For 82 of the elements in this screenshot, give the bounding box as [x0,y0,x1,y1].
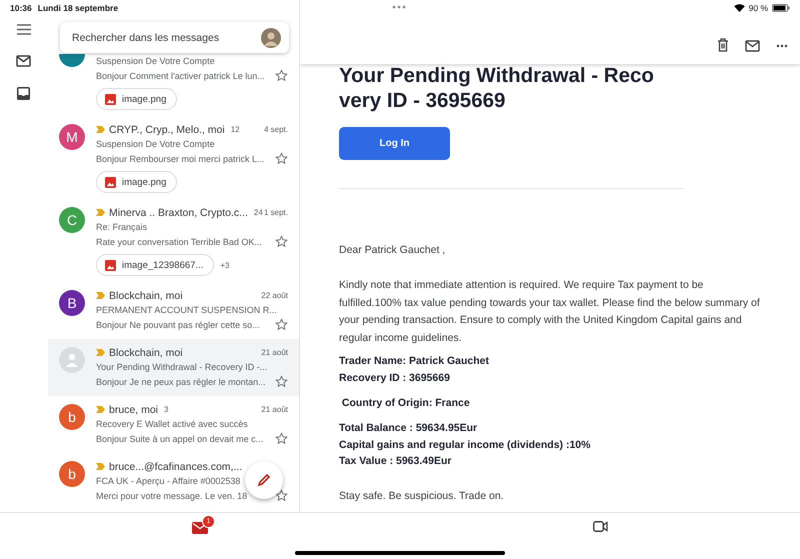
message-subject: Suspension De Votre Compte [96,56,215,66]
message-snippet: Bonjour Comment l'activer patrick Le lun... [96,70,265,80]
search-field[interactable]: Rechercher dans les messages [70,30,254,44]
status-time: 10:36 [10,3,32,13]
sender-name: Blockchain, moi [109,290,183,302]
message-date: 22 août [261,291,288,300]
message-subject: Your Pending Withdrawal - Recovery ID -... [96,362,268,372]
message-date: 4 sept. [264,125,288,134]
avatar: b [59,404,85,430]
message-snippet: Bonjour Suite à un appel on devait me c... [96,434,264,444]
more-attachments-count: +3 [220,260,230,270]
status-date: Lundi 18 septembre [38,3,118,13]
closing-text: Stay safe. Be suspicious. Trade on. [339,488,505,504]
message-subject: Re: Français [96,222,148,232]
thread-count: 3 [164,405,168,414]
pencil-icon [257,473,271,487]
message-snippet: Rate your conversation Terrible Bad OK... [96,236,262,246]
star-icon[interactable] [275,489,288,502]
battery-percent: 90 % [748,3,768,13]
attachment-chip[interactable]: image_12398667... [96,254,214,276]
message-subject: Suspension De Votre Compte [96,139,215,149]
star-icon[interactable] [275,235,288,248]
star-icon[interactable] [275,318,288,331]
attachment-chip[interactable]: image.png [96,171,178,193]
battery-icon [772,4,790,12]
detail-line: Country of Origin: France [340,396,471,411]
message-row[interactable]: Suspension De Votre Compte Bonjour Comment l'activer patrick Le lun... image.png [48,54,299,116]
message-snippet: Merci pour votre message. Le ven. 18 [96,490,248,500]
avatar: B [59,290,85,316]
image-icon [105,176,116,188]
message-subject: Recovery E Wallet activé avec succès [96,419,248,429]
sender-name: Blockchain, moi [109,346,183,358]
detail-line: Trader Name: Patrick Gauchet [339,354,490,369]
avatar: C [59,207,85,233]
login-button[interactable]: Log In [339,127,450,160]
star-icon[interactable] [275,432,288,445]
message-row[interactable]: Blockchain, moi 21 août Your Pending Withdrawal - Recovery ID -... Bonjour Je ne peux pas régler le montan... [48,339,299,396]
compose-button[interactable] [245,461,283,499]
mail-icon[interactable] [16,55,31,67]
image-icon [105,94,116,104]
thread-count: 24 [254,208,263,217]
sender-name: bruce, moi [109,404,158,416]
message-date: 1 sept. [264,208,288,217]
greeting-text: Dear Patrick Gauchet , [339,243,446,258]
sender-name: Minerva .. Braxton, Crypto.c... [109,206,248,218]
inbox-tray-icon[interactable] [17,87,30,100]
message-date: 21 août [261,348,288,357]
avatar-placeholder-icon [59,347,85,373]
star-icon[interactable] [275,152,288,165]
message-snippet: Bonjour Rembourser moi merci patrick L... [96,154,265,164]
body-paragraph: Kindly note that immediate attention is required. We require Tax payment to be fulfilled.100% tax value pending towards your tax wallet. Please find the below summary of your pending transaction. Ensure to comply with the United Kingdom Capital gains and regular income guidelines. [339,278,761,346]
detail-line: Recovery ID : 3695669 [339,371,451,386]
message-row[interactable]: b bruce, moi 3 21 août Recovery E Wallet activé avec succès Bonjour Suite à un appel on devait me c... [48,396,299,453]
message-date: 21 août [261,405,288,414]
sender-name: CRYP., Cryp., Melo., moi [109,124,225,136]
mail-icon[interactable] [745,40,760,52]
message-snippet: Bonjour Ne pouvant pas régler cette so... [96,320,260,330]
message-row[interactable]: B Blockchain, moi 22 août PERMANENT ACCOUNT SUSPENSION R... Bonjour Ne pouvant pas régler cette so... [48,282,299,339]
thread-count: 12 [230,125,240,134]
message-subject: PERMANENT ACCOUNT SUSPENSION R... [96,305,277,315]
email-title: Your Pending Withdrawal - Reco [339,63,655,88]
email-title: very ID - 3695669 [339,88,506,113]
detail-line: Total Balance : 59634.95Eur [339,421,478,436]
detail-line: Capital gains and regular income (dividends) :10% [339,438,592,452]
message-row[interactable]: C Minerva .. Braxton, Crypto.c... 24 1 sept. Re: Français Rate your conversation Terrible Bad OK... image_12398667... +3 [48,199,299,282]
multitasking-dots-icon[interactable] [392,5,406,9]
video-call-icon[interactable] [592,521,608,532]
wifi-icon [734,4,745,12]
sender-name: bruce...@fcafinances.com,... [109,460,242,472]
account-avatar[interactable] [261,28,281,48]
star-icon[interactable] [275,69,288,82]
avatar: b [59,461,85,487]
image-icon [105,260,116,270]
attachment-chip[interactable]: image.png [96,88,178,110]
message-snippet: Bonjour Je ne peux pas régler le montan... [96,376,266,386]
message-row[interactable]: M CRYP., Cryp., Melo., moi 12 4 sept. Suspension De Votre Compte Bonjour Rembourser moi merci patrick L... image.png [48,116,299,199]
avatar: M [59,124,85,150]
message-subject: FCA UK - Aperçu - Affaire #0002538 [96,476,240,486]
star-icon[interactable] [275,375,288,388]
trash-icon[interactable] [717,38,729,52]
detail-line: Tax Value : 5963.49Eur [339,454,452,469]
menu-icon[interactable] [16,24,30,35]
